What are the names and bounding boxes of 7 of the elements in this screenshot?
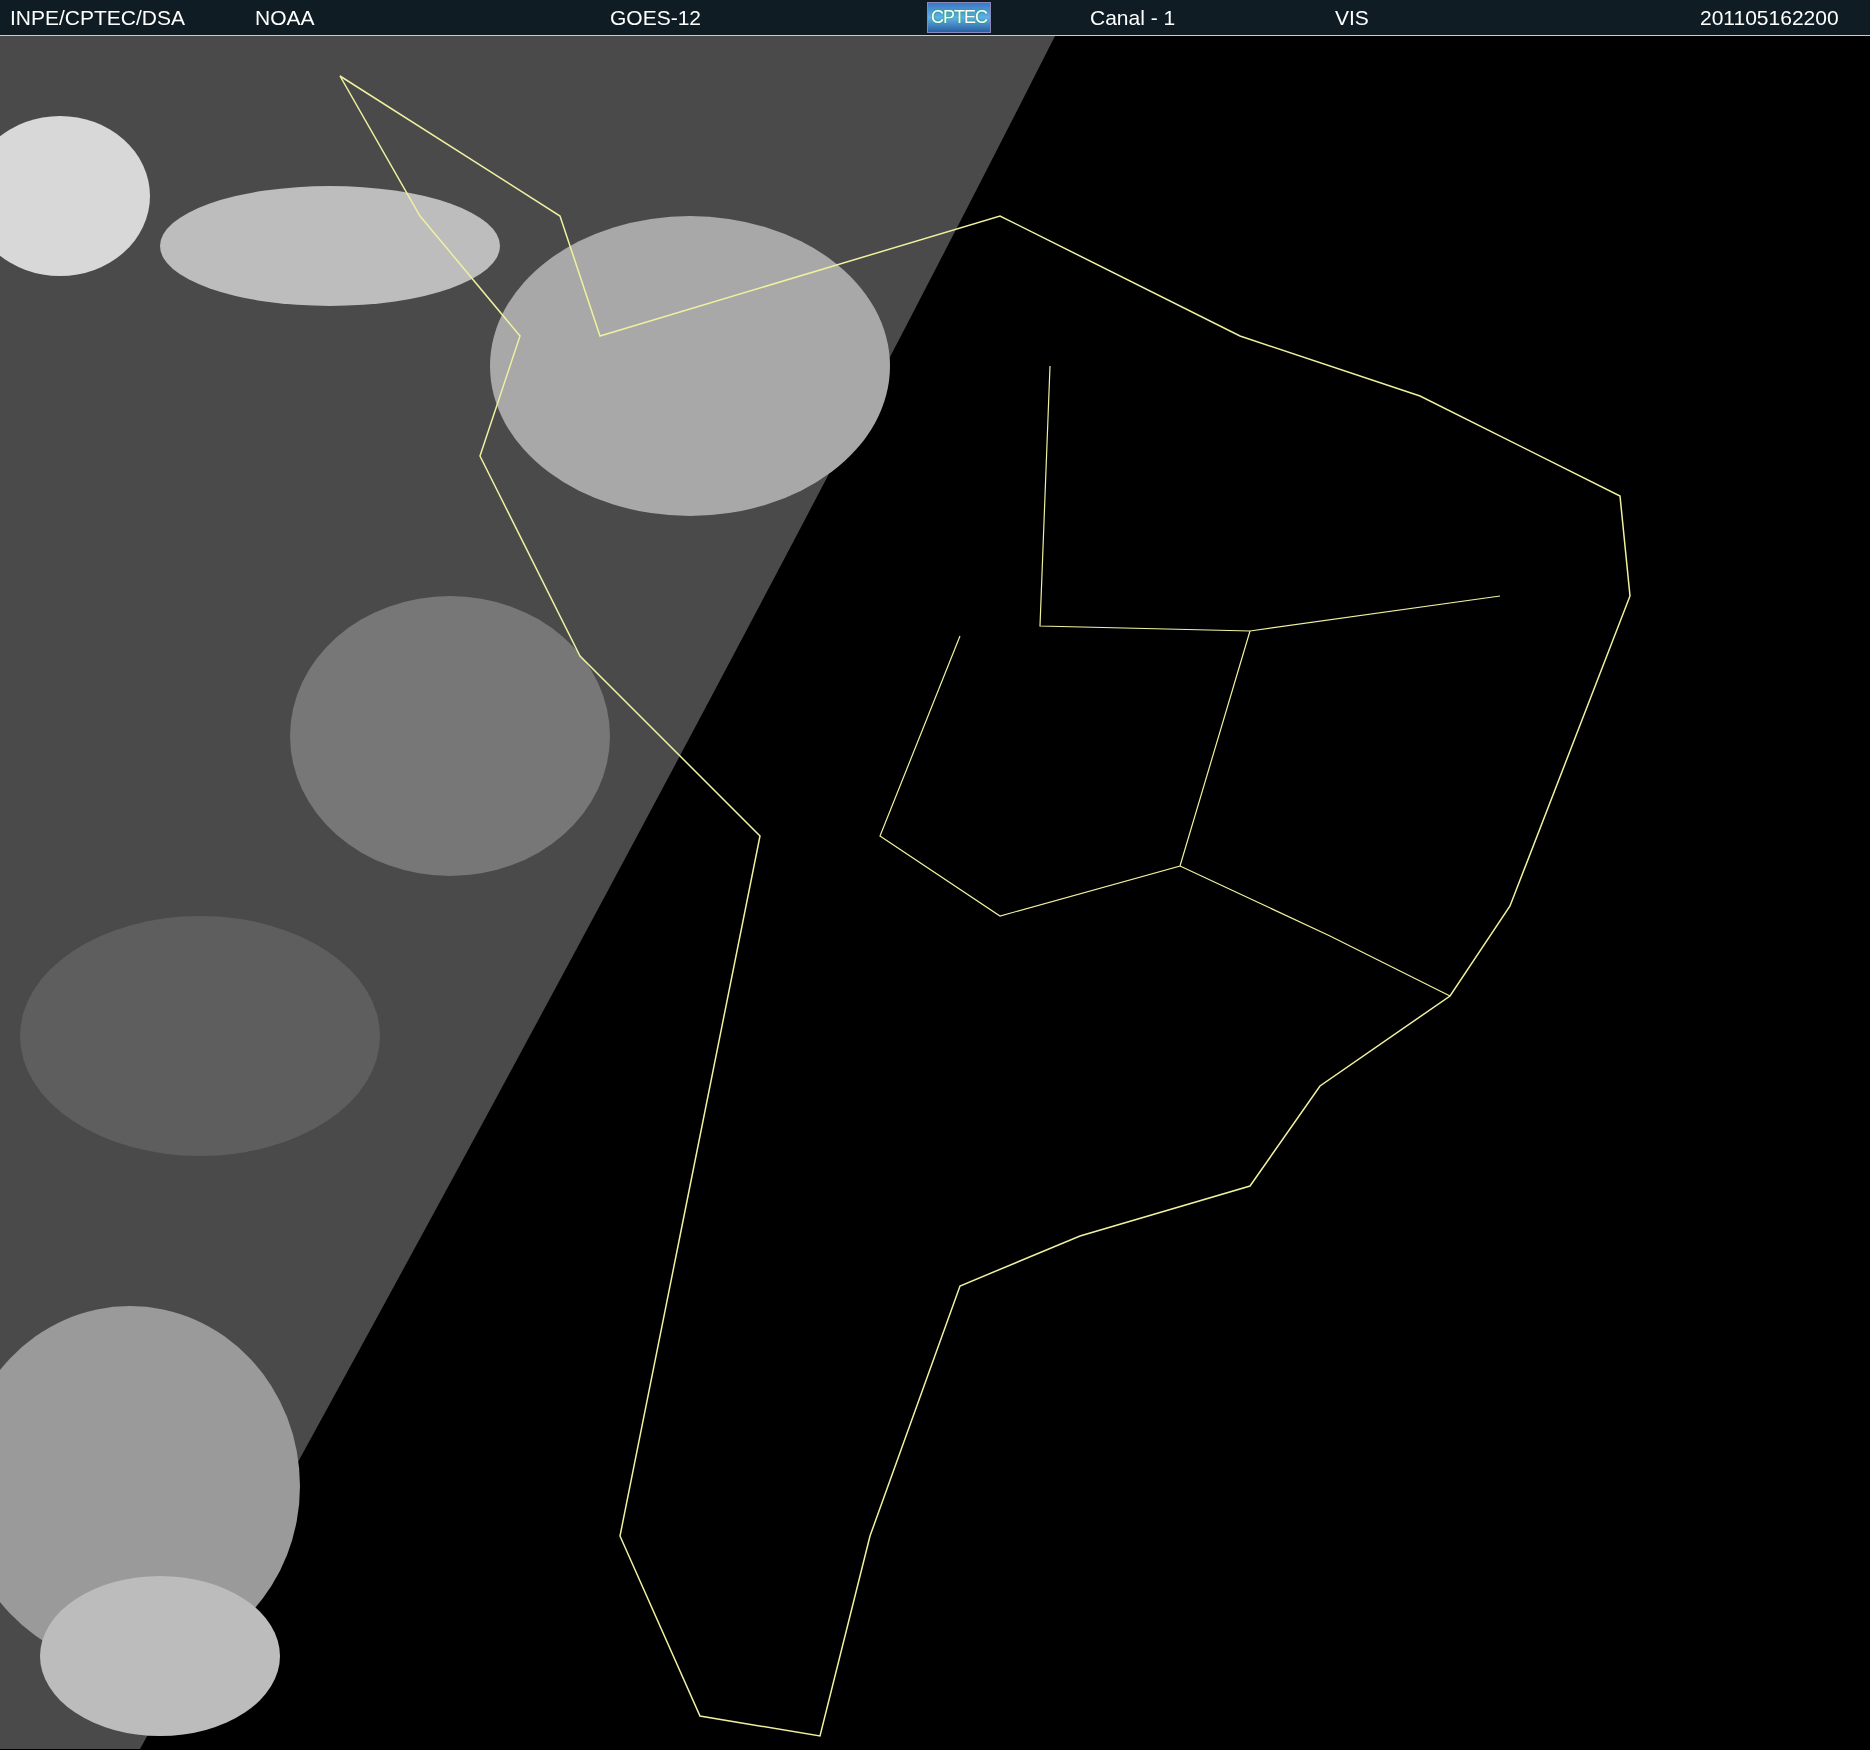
logo: CPTEC [927, 2, 991, 33]
header-label: Canal - 1 [1090, 5, 1176, 30]
header-label: INPE/CPTEC/DSA [10, 5, 186, 30]
header-label: 201105162200 [1700, 5, 1839, 30]
header-label: GOES-12 [610, 5, 702, 30]
header-label: NOAA [255, 5, 315, 30]
header-label: VIS [1335, 5, 1369, 30]
